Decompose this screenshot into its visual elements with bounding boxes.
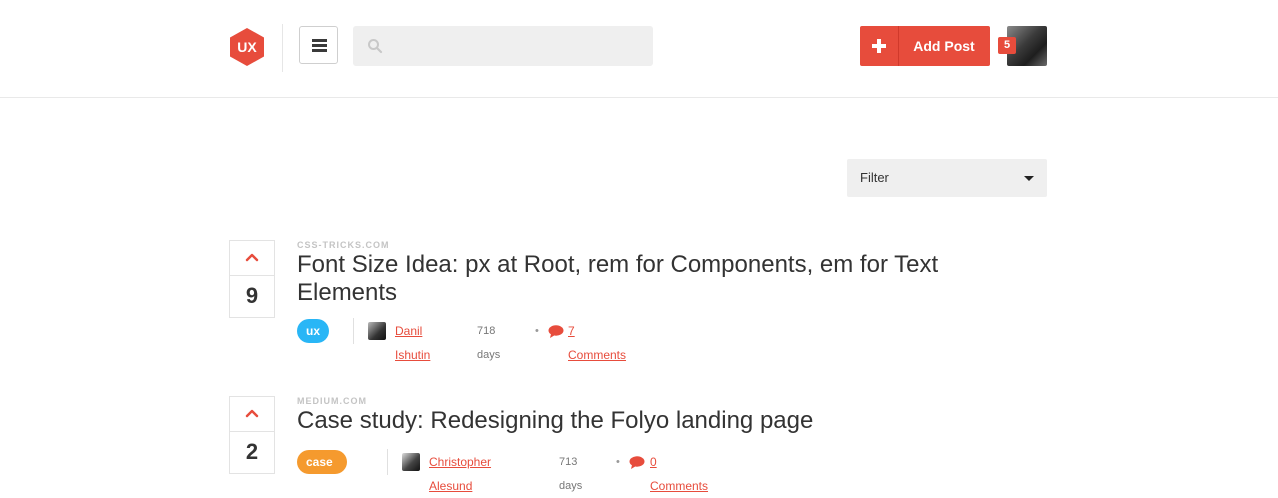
plus-icon — [860, 26, 899, 66]
upvote-chevron-icon — [245, 409, 259, 418]
menu-button[interactable] — [299, 26, 338, 64]
author-avatar[interactable] — [368, 322, 386, 340]
comments-link[interactable]: 0 Comments — [650, 450, 708, 498]
upvote-chevron-icon — [245, 253, 259, 262]
user-menu[interactable]: 5 — [998, 26, 1047, 66]
search-icon — [368, 39, 383, 54]
header-divider — [282, 24, 283, 72]
meta-separator-dot: • — [535, 325, 539, 337]
comment-bubble-icon — [548, 325, 564, 338]
vote-box: 2 — [229, 396, 275, 474]
add-post-button[interactable]: Add Post — [860, 26, 990, 66]
filter-dropdown[interactable]: Filter — [847, 159, 1047, 197]
notification-badge[interactable]: 5 — [998, 37, 1016, 54]
logo-text: UX — [237, 39, 257, 55]
upvote-button[interactable] — [230, 397, 274, 432]
post-tag[interactable]: ux ui — [297, 319, 330, 362]
comments-link[interactable]: 7 Comments — [568, 319, 626, 367]
author-avatar[interactable] — [402, 453, 420, 471]
search-box[interactable] — [353, 26, 653, 68]
vote-count: 2 — [245, 439, 259, 464]
vote-box: 9 — [229, 240, 275, 318]
meta-divider — [387, 449, 388, 475]
filter-selected: Filter — [860, 170, 889, 185]
post-title[interactable]: Font Size Idea: px at Root, rem for Comp… — [297, 251, 977, 307]
comment-bubble-icon — [629, 456, 645, 469]
caret-down-icon — [1024, 176, 1034, 181]
meta-divider — [353, 318, 354, 344]
top-header: UX Add Post 5 — [0, 0, 1278, 98]
add-post-label: Add Post — [913, 38, 975, 54]
post-source: MEDIUM.COM — [297, 396, 367, 406]
post-title[interactable]: Case study: Redesigning the Folyo landin… — [297, 407, 977, 435]
author-link[interactable]: Danil Ishutin — [395, 319, 430, 367]
post-age: 718 days — [477, 325, 501, 361]
vote-count: 9 — [245, 283, 259, 308]
hamburger-menu-icon — [312, 39, 327, 52]
ux-logo[interactable]: UX — [228, 27, 266, 67]
post-tag[interactable]: case study — [297, 450, 348, 493]
search-input[interactable] — [391, 26, 645, 68]
post-age: 713 days — [559, 456, 583, 492]
meta-separator-dot: • — [616, 456, 620, 468]
author-link[interactable]: Christopher Alesund — [429, 450, 491, 498]
post-source: CSS-TRICKS.COM — [297, 240, 390, 250]
upvote-button[interactable] — [230, 241, 274, 276]
